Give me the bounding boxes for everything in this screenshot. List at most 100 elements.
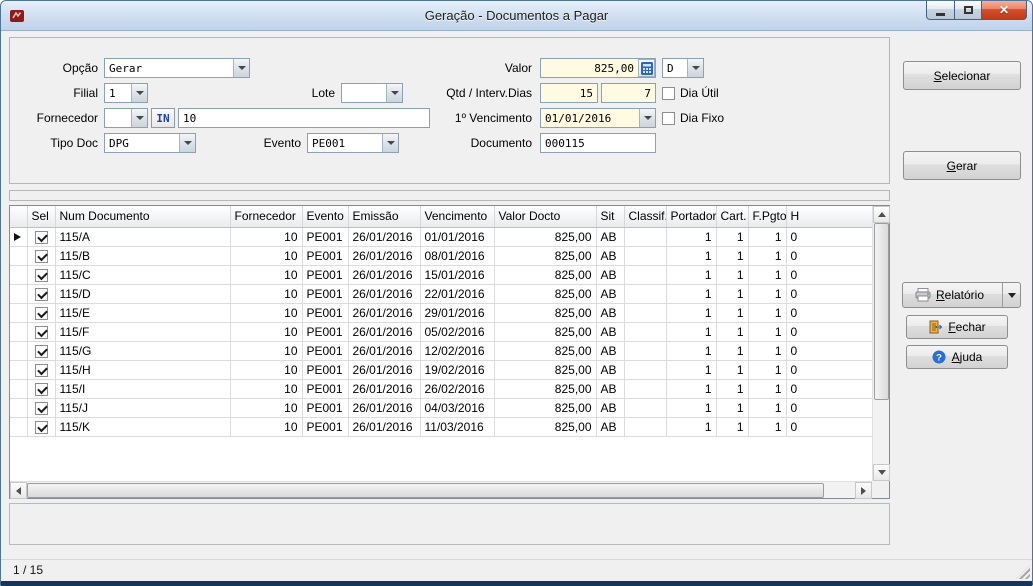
horizontal-scrollbar[interactable] xyxy=(10,481,872,498)
cell-evento[interactable]: PE001 xyxy=(302,360,348,379)
relatorio-button[interactable]: Relatório xyxy=(903,283,996,307)
minimize-button[interactable] xyxy=(926,1,955,20)
cell-cart[interactable]: 1 xyxy=(716,246,748,265)
cell-sit[interactable]: AB xyxy=(596,379,624,398)
cell-sit[interactable]: AB xyxy=(596,227,624,246)
scroll-up-button[interactable] xyxy=(873,206,890,223)
cell-vencimento[interactable]: 08/01/2016 xyxy=(420,246,494,265)
cell-evento[interactable]: PE001 xyxy=(302,303,348,322)
cell-h[interactable]: 0 xyxy=(786,417,872,436)
cell-fpgto[interactable]: 1 xyxy=(748,360,786,379)
maximize-button[interactable] xyxy=(954,1,982,20)
column-header-num[interactable]: Num Documento xyxy=(55,206,230,227)
relatorio-dropdown-button[interactable] xyxy=(1002,283,1020,307)
cell-cart[interactable]: 1 xyxy=(716,417,748,436)
column-header-fpgto[interactable]: F.Pgto xyxy=(748,206,786,227)
cell-cart[interactable]: 1 xyxy=(716,303,748,322)
cell-cart[interactable]: 1 xyxy=(716,265,748,284)
cell-classif[interactable] xyxy=(624,417,666,436)
vertical-scrollbar[interactable] xyxy=(872,206,889,481)
cell-vencimento[interactable]: 15/01/2016 xyxy=(420,265,494,284)
cell-portador[interactable]: 1 xyxy=(666,417,716,436)
cell-cart[interactable]: 1 xyxy=(716,227,748,246)
cell-valor[interactable]: 825,00 xyxy=(494,246,596,265)
vertical-scrollbar-thumb[interactable] xyxy=(874,223,889,400)
cell-portador[interactable]: 1 xyxy=(666,379,716,398)
cell-sit[interactable]: AB xyxy=(596,303,624,322)
cell-num[interactable]: 115/E xyxy=(55,303,230,322)
scroll-down-button[interactable] xyxy=(873,464,890,481)
column-header-sel[interactable]: Sel xyxy=(27,206,55,227)
row-select-checkbox[interactable] xyxy=(35,402,48,415)
cell-cart[interactable]: 1 xyxy=(716,341,748,360)
opcao-select[interactable]: Gerar xyxy=(104,58,250,78)
table-row[interactable]: 115/A10PE00126/01/201601/01/2016825,00AB… xyxy=(10,227,872,246)
cell-emissao[interactable]: 26/01/2016 xyxy=(348,360,420,379)
cell-classif[interactable] xyxy=(624,246,666,265)
table-row[interactable]: 115/H10PE00126/01/201619/02/2016825,00AB… xyxy=(10,360,872,379)
cell-fornecedor[interactable]: 10 xyxy=(230,303,302,322)
filial-select[interactable]: 1 xyxy=(104,83,148,103)
column-header-fornecedor[interactable]: Fornecedor xyxy=(230,206,302,227)
ajuda-button[interactable]: ? Ajuda xyxy=(906,345,1008,369)
cell-sit[interactable]: AB xyxy=(596,284,624,303)
cell-cart[interactable]: 1 xyxy=(716,284,748,303)
cell-num[interactable]: 115/I xyxy=(55,379,230,398)
cell-fornecedor[interactable]: 10 xyxy=(230,227,302,246)
cell-evento[interactable]: PE001 xyxy=(302,265,348,284)
cell-portador[interactable]: 1 xyxy=(666,398,716,417)
resize-grip[interactable] xyxy=(1016,565,1030,579)
horizontal-scrollbar-thumb[interactable] xyxy=(27,483,824,498)
cell-evento[interactable]: PE001 xyxy=(302,341,348,360)
cell-vencimento[interactable]: 29/01/2016 xyxy=(420,303,494,322)
cell-evento[interactable]: PE001 xyxy=(302,322,348,341)
cell-classif[interactable] xyxy=(624,341,666,360)
gerar-button[interactable]: Gerar xyxy=(903,151,1021,180)
in-button[interactable]: IN xyxy=(151,108,175,128)
cell-num[interactable]: 115/A xyxy=(55,227,230,246)
cell-portador[interactable]: 1 xyxy=(666,303,716,322)
documents-grid[interactable]: SelNum DocumentoFornecedorEventoEmissãoV… xyxy=(10,206,872,481)
column-header-classif[interactable]: Classif. xyxy=(624,206,666,227)
cell-vencimento[interactable]: 05/02/2016 xyxy=(420,322,494,341)
row-select-checkbox[interactable] xyxy=(35,250,48,263)
cell-classif[interactable] xyxy=(624,265,666,284)
row-select-checkbox[interactable] xyxy=(35,307,48,320)
column-header-valor[interactable]: Valor Docto xyxy=(494,206,596,227)
cell-fornecedor[interactable]: 10 xyxy=(230,284,302,303)
cell-vencimento[interactable]: 19/02/2016 xyxy=(420,360,494,379)
cell-h[interactable]: 0 xyxy=(786,341,872,360)
cell-portador[interactable]: 1 xyxy=(666,341,716,360)
cell-fpgto[interactable]: 1 xyxy=(748,303,786,322)
row-select-checkbox[interactable] xyxy=(35,288,48,301)
table-row[interactable]: 115/C10PE00126/01/201615/01/2016825,00AB… xyxy=(10,265,872,284)
row-select-checkbox[interactable] xyxy=(35,383,48,396)
cell-fpgto[interactable]: 1 xyxy=(748,398,786,417)
cell-evento[interactable]: PE001 xyxy=(302,284,348,303)
cell-evento[interactable]: PE001 xyxy=(302,379,348,398)
cell-num[interactable]: 115/G xyxy=(55,341,230,360)
cell-fornecedor[interactable]: 10 xyxy=(230,398,302,417)
cell-fpgto[interactable]: 1 xyxy=(748,246,786,265)
cell-vencimento[interactable]: 12/02/2016 xyxy=(420,341,494,360)
cell-fornecedor[interactable]: 10 xyxy=(230,322,302,341)
calculator-button[interactable] xyxy=(638,59,655,77)
chevron-down-icon[interactable] xyxy=(233,59,249,77)
scroll-right-button[interactable] xyxy=(855,482,872,499)
cell-emissao[interactable]: 26/01/2016 xyxy=(348,303,420,322)
column-header-emissao[interactable]: Emissão xyxy=(348,206,420,227)
cell-fornecedor[interactable]: 10 xyxy=(230,246,302,265)
cell-num[interactable]: 115/F xyxy=(55,322,230,341)
cell-evento[interactable]: PE001 xyxy=(302,246,348,265)
documento-input[interactable]: 000115 xyxy=(540,133,656,153)
tipo-doc-select[interactable]: DPG xyxy=(104,133,196,153)
cell-valor[interactable]: 825,00 xyxy=(494,360,596,379)
cell-fpgto[interactable]: 1 xyxy=(748,417,786,436)
cell-valor[interactable]: 825,00 xyxy=(494,227,596,246)
cell-cart[interactable]: 1 xyxy=(716,360,748,379)
cell-fpgto[interactable]: 1 xyxy=(748,227,786,246)
table-row[interactable]: 115/F10PE00126/01/201605/02/2016825,00AB… xyxy=(10,322,872,341)
cell-evento[interactable]: PE001 xyxy=(302,398,348,417)
cell-classif[interactable] xyxy=(624,227,666,246)
cell-h[interactable]: 0 xyxy=(786,303,872,322)
